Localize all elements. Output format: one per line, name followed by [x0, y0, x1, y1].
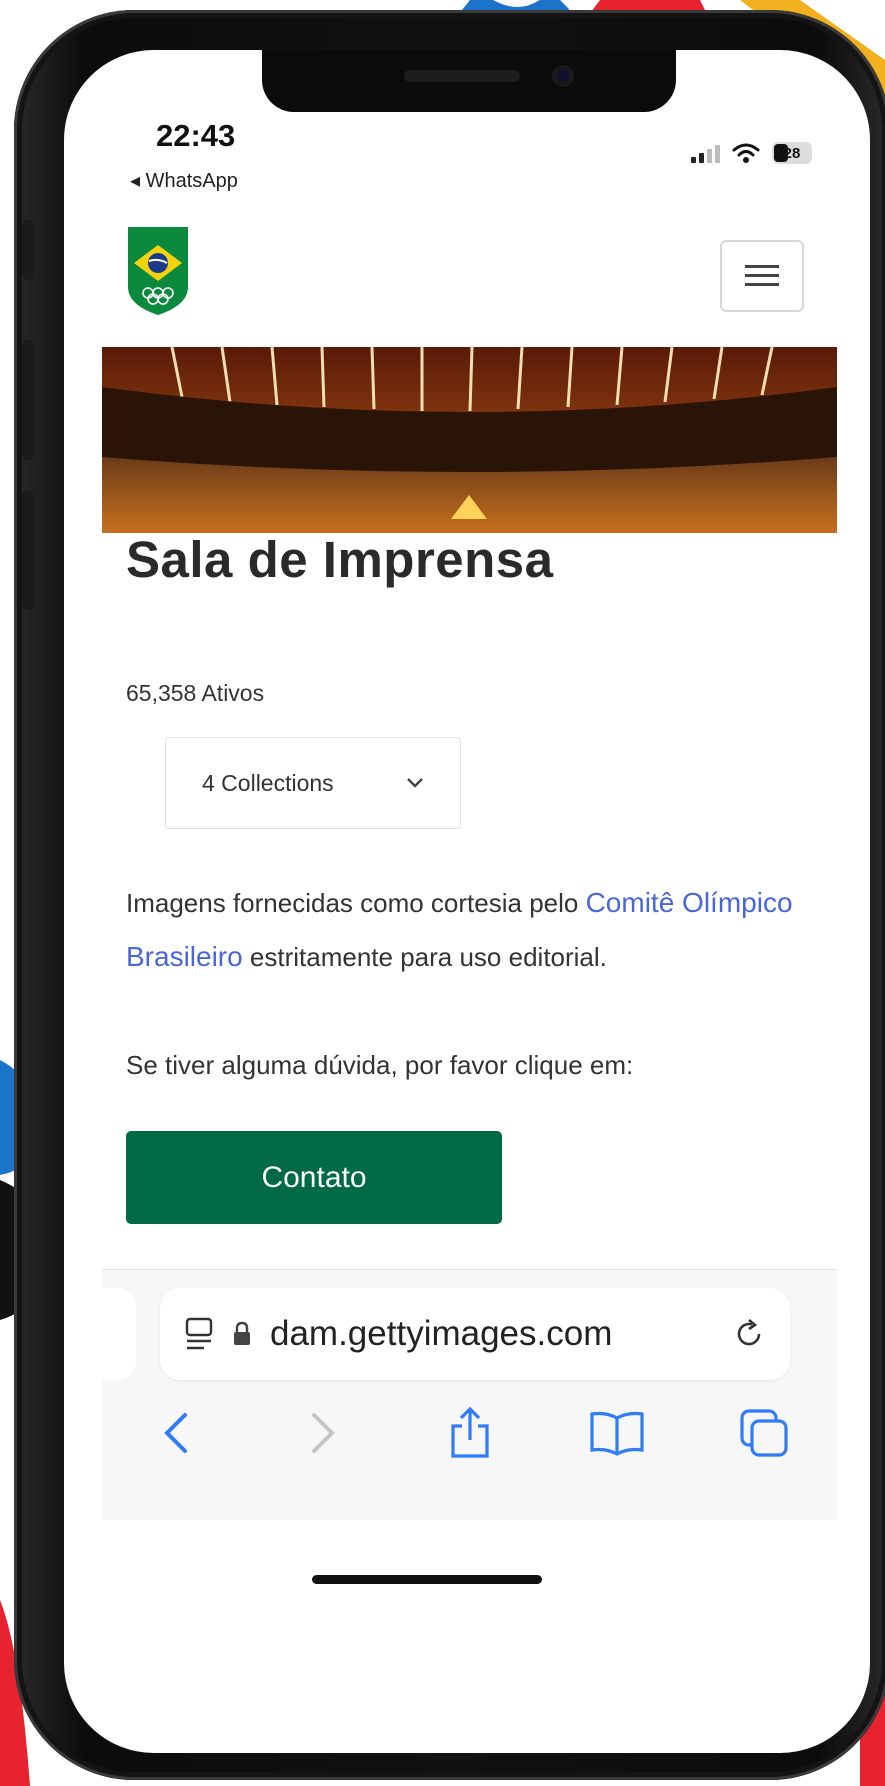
volume-up-button	[22, 340, 34, 460]
book-icon	[589, 1411, 644, 1456]
bookmarks-button[interactable]	[587, 1403, 647, 1463]
phone-frame: 22:43 ◂ WhatsApp 28 Sala de Imprensa 65,…	[14, 10, 885, 1780]
collections-dropdown[interactable]: 4 Collections	[165, 737, 461, 829]
contact-button[interactable]: Contato	[126, 1131, 502, 1224]
chevron-right-icon	[311, 1413, 335, 1453]
collections-dropdown-label: 4 Collections	[202, 769, 334, 796]
reader-mode-icon[interactable]	[184, 1317, 214, 1351]
brasil-olympic-logo[interactable]	[126, 225, 190, 317]
page-title: Sala de Imprensa	[126, 531, 554, 588]
status-time: 22:43	[156, 118, 236, 153]
battery-icon: 28	[772, 142, 812, 164]
speaker	[404, 70, 520, 82]
previous-tab-peek[interactable]	[102, 1288, 136, 1380]
lock-icon	[234, 1321, 250, 1345]
asset-count: 65,358 Ativos	[126, 680, 265, 706]
description-text: Imagens fornecidas como cortesia pelo	[126, 888, 586, 918]
front-camera	[552, 65, 574, 87]
reload-icon[interactable]	[732, 1317, 766, 1351]
wifi-icon	[732, 143, 760, 163]
volume-down-button	[22, 490, 34, 610]
browser-nav-row	[102, 1398, 837, 1468]
battery-level: 28	[783, 144, 801, 162]
back-button[interactable]	[146, 1403, 206, 1463]
signal-icon	[691, 143, 720, 163]
phone-screen: 22:43 ◂ WhatsApp 28 Sala de Imprensa 65,…	[64, 50, 870, 1753]
mute-switch	[22, 220, 34, 280]
back-to-app-link[interactable]: ◂ WhatsApp	[130, 168, 238, 193]
stadium-fireworks-banner	[102, 347, 837, 533]
description-text-end: estritamente para uso editorial.	[242, 942, 607, 972]
forward-button[interactable]	[293, 1403, 353, 1463]
safari-toolbar: dam.gettyimages.com	[102, 1269, 837, 1520]
share-button[interactable]	[440, 1403, 500, 1463]
chevron-down-icon	[407, 778, 423, 788]
hamburger-menu-button[interactable]	[720, 240, 804, 312]
url-text: dam.gettyimages.com	[270, 1314, 613, 1353]
home-indicator	[312, 1575, 542, 1584]
share-icon	[450, 1406, 489, 1458]
tabs-button[interactable]	[734, 1403, 794, 1463]
status-icons: 28	[691, 142, 812, 164]
description-paragraph: Imagens fornecidas como cortesia pelo Co…	[126, 876, 816, 984]
chevron-left-icon	[163, 1413, 187, 1453]
tabs-icon	[739, 1409, 788, 1457]
hamburger-menu-icon	[745, 265, 779, 286]
contact-question: Se tiver alguma dúvida, por favor clique…	[126, 1050, 634, 1080]
notch	[262, 50, 676, 112]
address-bar[interactable]: dam.gettyimages.com	[160, 1288, 790, 1380]
